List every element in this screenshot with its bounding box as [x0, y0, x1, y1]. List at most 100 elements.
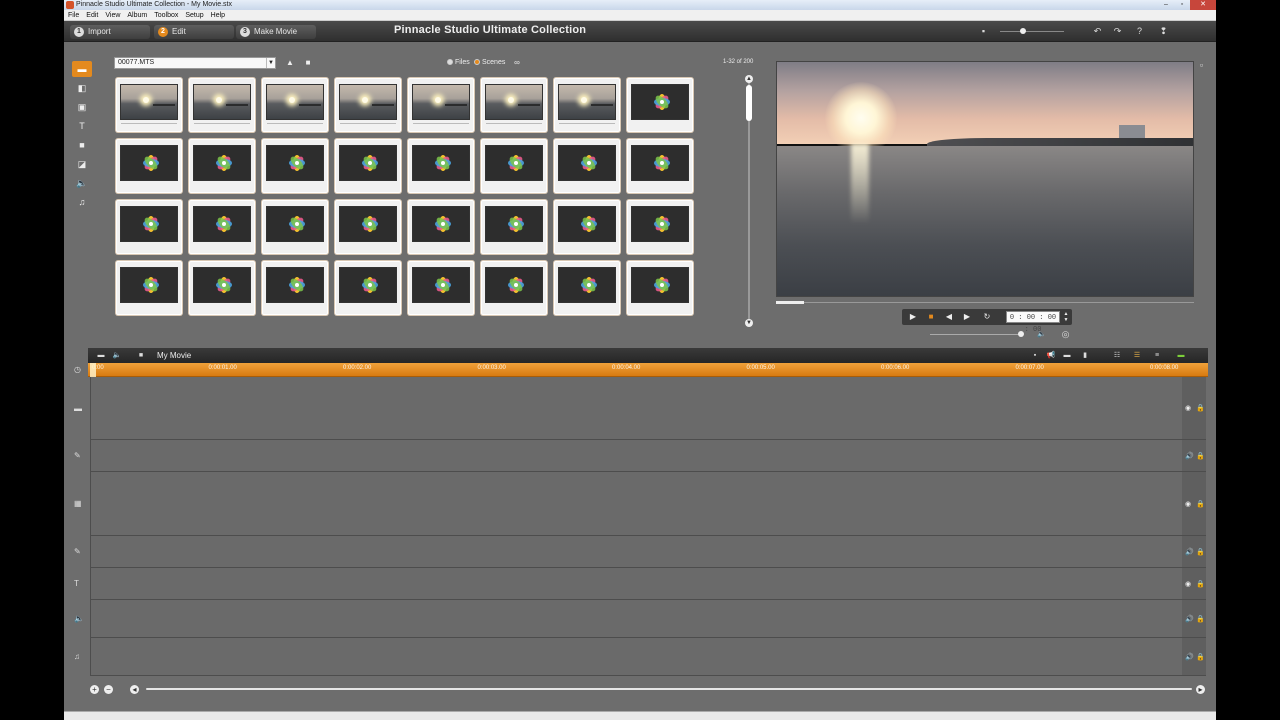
- play-icon[interactable]: ▶: [906, 311, 920, 323]
- tab-make-movie[interactable]: 3 Make Movie: [236, 25, 316, 39]
- scroll-thumb[interactable]: [746, 85, 752, 121]
- scene-thumbnail[interactable]: [627, 200, 693, 254]
- scroll-down-icon[interactable]: ▼: [745, 319, 753, 327]
- preview-volume-slider[interactable]: [930, 331, 1024, 337]
- storyboard-icon[interactable]: ▬: [96, 351, 106, 360]
- text-view-icon[interactable]: ≡: [1152, 351, 1162, 360]
- timeline-ruler[interactable]: 0:00 0:00:01.00 0:00:02.00 0:00:03.00 0:00:0…: [88, 363, 1208, 377]
- eye-icon[interactable]: ◉: [1185, 580, 1191, 588]
- glasses-icon[interactable]: ∞: [511, 57, 523, 68]
- menu-edit[interactable]: Edit: [86, 10, 98, 20]
- timeline-track[interactable]: [90, 568, 1182, 600]
- fullscreen-icon[interactable]: ◎: [1060, 329, 1071, 340]
- timecode-spinner[interactable]: ▲ ▼: [1062, 311, 1070, 323]
- slider-knob[interactable]: [1018, 331, 1024, 337]
- speaker-icon[interactable]: 🔊: [1185, 653, 1194, 661]
- lock-icon[interactable]: 🔒: [1196, 653, 1205, 661]
- expand-player-icon[interactable]: ▫: [1196, 60, 1207, 71]
- scene-thumbnail[interactable]: [335, 139, 401, 193]
- scene-thumbnail[interactable]: [554, 200, 620, 254]
- scene-thumbnail[interactable]: [189, 139, 255, 193]
- audio-toggle-icon[interactable]: 🔈: [112, 351, 122, 360]
- lock-icon[interactable]: 🔒: [1196, 615, 1205, 623]
- scene-thumbnail[interactable]: [481, 139, 547, 193]
- scene-thumbnail[interactable]: [116, 200, 182, 254]
- scene-thumbnail[interactable]: [335, 78, 401, 132]
- menu-file[interactable]: File: [68, 10, 79, 20]
- folder-icon[interactable]: ■: [302, 57, 314, 68]
- scene-thumbnail[interactable]: [627, 261, 693, 315]
- scene-thumbnail[interactable]: [408, 139, 474, 193]
- redo-icon[interactable]: ↷: [1112, 26, 1123, 37]
- megaphone-icon[interactable]: 📢: [1046, 351, 1056, 360]
- view-scenes-radio[interactable]: Scenes: [474, 59, 505, 66]
- stop-icon[interactable]: ■: [924, 311, 938, 323]
- scene-thumbnail[interactable]: [408, 200, 474, 254]
- video-scenes-icon[interactable]: ▬: [72, 61, 92, 77]
- minimize-icon[interactable]: –: [1158, 0, 1174, 10]
- timeline-track[interactable]: [90, 536, 1182, 568]
- loop-icon[interactable]: ↻: [980, 311, 994, 323]
- scene-thumbnail[interactable]: [408, 78, 474, 132]
- scene-thumbnail[interactable]: [189, 200, 255, 254]
- timeline-track[interactable]: [90, 638, 1182, 676]
- slider-knob[interactable]: [1020, 28, 1026, 34]
- folder-up-icon[interactable]: ▲: [284, 57, 296, 68]
- scroll-right-icon[interactable]: ▸: [1196, 685, 1205, 694]
- menus-icon[interactable]: ■: [72, 137, 92, 153]
- screen-icon[interactable]: ▪: [978, 26, 989, 37]
- sound-effects-icon[interactable]: 🔈: [72, 175, 92, 191]
- maximize-icon[interactable]: ▫: [1174, 0, 1190, 10]
- scroll-left-icon[interactable]: ◂: [130, 685, 139, 694]
- scene-thumbnail[interactable]: [481, 261, 547, 315]
- transitions-icon[interactable]: ◧: [72, 80, 92, 96]
- menu-album[interactable]: Album: [127, 10, 147, 20]
- scene-thumbnail[interactable]: [335, 261, 401, 315]
- storyboard-view-icon[interactable]: ☷: [1112, 351, 1122, 360]
- lock-icon[interactable]: 🔒: [1196, 404, 1205, 412]
- menu-view[interactable]: View: [105, 10, 120, 20]
- speaker-icon[interactable]: 🔊: [1185, 548, 1194, 556]
- lock-icon[interactable]: 🔒: [1196, 500, 1205, 508]
- trash-icon[interactable]: ▪: [1030, 351, 1040, 360]
- scene-thumbnail[interactable]: [262, 200, 328, 254]
- titles-icon[interactable]: T: [72, 118, 92, 134]
- lock-icon[interactable]: 🔒: [1196, 452, 1205, 460]
- scene-thumbnail[interactable]: [481, 200, 547, 254]
- file-select[interactable]: 00077.MTS ▼: [114, 57, 276, 69]
- effects-icon[interactable]: ◪: [72, 156, 92, 172]
- playhead[interactable]: [90, 363, 96, 377]
- scene-thumbnail[interactable]: [262, 139, 328, 193]
- tab-import[interactable]: 1 Import: [70, 25, 150, 39]
- eye-icon[interactable]: ◉: [1185, 404, 1191, 412]
- preview-scrubber[interactable]: [776, 301, 1194, 304]
- mute-icon[interactable]: ▬: [1062, 351, 1072, 360]
- scene-thumbnail[interactable]: [262, 261, 328, 315]
- folder-icon[interactable]: ■: [136, 351, 146, 360]
- lock-icon[interactable]: 🔒: [1196, 580, 1205, 588]
- scene-thumbnail[interactable]: [627, 78, 693, 132]
- speaker-icon[interactable]: 🔊: [1185, 452, 1194, 460]
- eye-icon[interactable]: ◉: [1185, 500, 1191, 508]
- chevron-down-icon[interactable]: ▼: [266, 58, 275, 68]
- undo-icon[interactable]: ↶: [1092, 26, 1103, 37]
- menu-help[interactable]: Help: [211, 10, 225, 20]
- scene-thumbnail[interactable]: [481, 78, 547, 132]
- timecode-field[interactable]: 0 : 00 : 00 : 00: [1006, 311, 1060, 334]
- music-icon[interactable]: ♫: [72, 194, 92, 210]
- tab-edit[interactable]: 2 Edit: [154, 25, 234, 39]
- scene-thumbnail[interactable]: [262, 78, 328, 132]
- menu-toolbox[interactable]: Toolbox: [154, 10, 178, 20]
- menu-setup[interactable]: Setup: [185, 10, 203, 20]
- step-forward-icon[interactable]: ▶: [960, 311, 974, 323]
- view-files-radio[interactable]: Files: [447, 59, 470, 66]
- timeline-track[interactable]: [90, 440, 1182, 472]
- timeline-track[interactable]: [90, 600, 1182, 638]
- timeline-track[interactable]: [90, 377, 1182, 440]
- preview-player[interactable]: [776, 61, 1194, 297]
- scene-thumbnail[interactable]: [554, 78, 620, 132]
- scene-thumbnail[interactable]: [627, 139, 693, 193]
- help-icon[interactable]: ?: [1134, 26, 1145, 37]
- scene-thumbnail[interactable]: [335, 200, 401, 254]
- scene-thumbnail[interactable]: [408, 261, 474, 315]
